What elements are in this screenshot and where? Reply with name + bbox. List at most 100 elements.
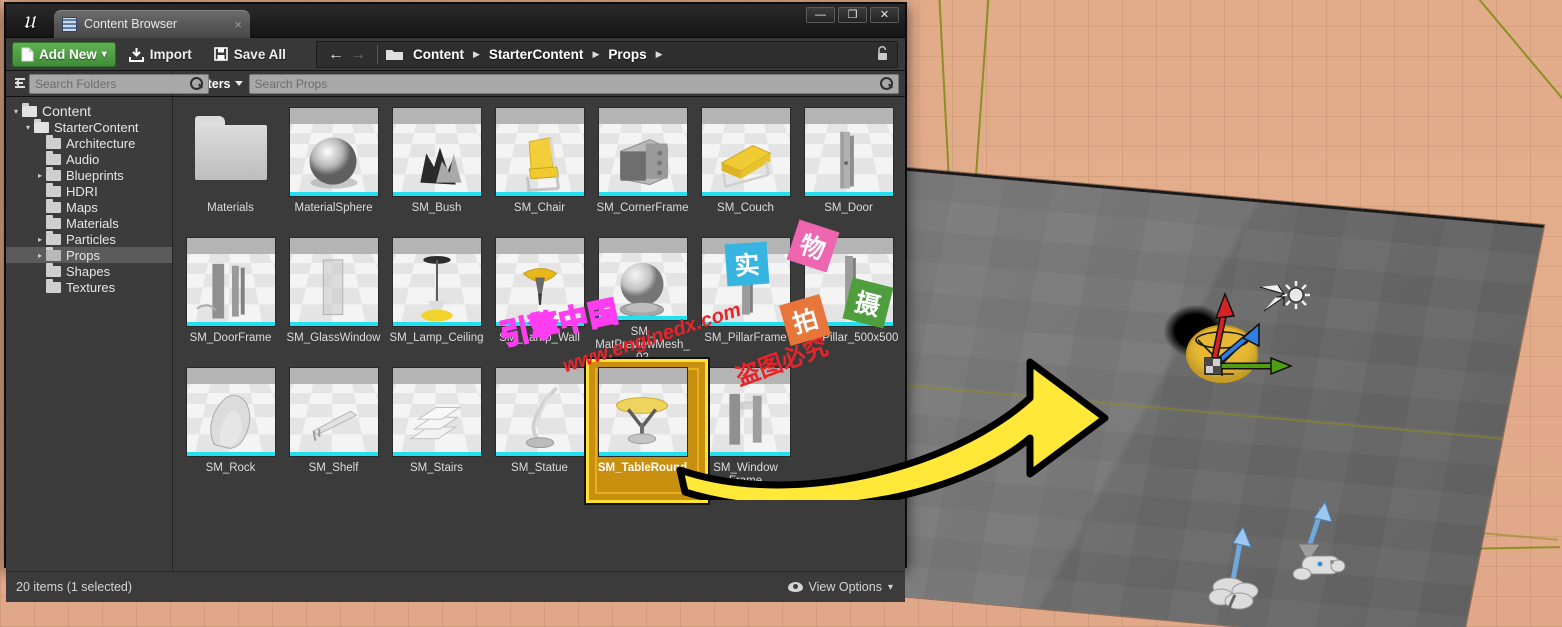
asset-cell[interactable]: SM_Shelf — [282, 365, 385, 495]
asset-thumbnail[interactable] — [185, 237, 276, 327]
asset-thumbnail[interactable] — [803, 107, 894, 197]
tree-twisty-icon[interactable]: ▸ — [34, 235, 46, 244]
asset-cell[interactable]: SM_PillarFrame — [694, 235, 797, 365]
import-button[interactable]: Import — [120, 42, 201, 67]
tree-item-maps[interactable]: Maps — [6, 198, 172, 215]
tree-item-materials[interactable]: Materials — [6, 214, 172, 231]
asset-cell[interactable]: SM_Window Frame — [694, 365, 797, 495]
asset-type-accent-bar — [186, 322, 275, 326]
back-button[interactable]: ← — [325, 46, 347, 63]
atmospheric-fog-icon[interactable] — [1205, 525, 1275, 620]
breadcrumb-item-startercontent[interactable]: StarterContent — [487, 47, 586, 62]
asset-thumbnail[interactable] — [700, 367, 791, 457]
asset-cell-selected[interactable]: SM_TableRound — [586, 359, 708, 503]
tree-twisty-icon[interactable]: ▸ — [34, 251, 46, 260]
asset-thumbnail[interactable] — [186, 107, 276, 197]
asset-thumbnail[interactable] — [391, 237, 482, 327]
tree-item-startercontent[interactable]: ▾ StarterContent — [6, 118, 172, 135]
asset-cell[interactable]: SM_Bush — [385, 105, 488, 235]
tree-item-hdri[interactable]: HDRI — [6, 182, 172, 199]
asset-cell[interactable]: SM_Chair — [488, 105, 591, 235]
folder-tree[interactable]: ▾ Content ▾ StarterContent Architecture … — [6, 97, 173, 571]
save-all-button[interactable]: Save All — [205, 42, 295, 67]
add-new-button[interactable]: Add New ▾ — [12, 41, 116, 67]
close-button[interactable]: ✕ — [870, 7, 899, 23]
folder-icon — [46, 230, 61, 245]
thumbnail-art — [599, 384, 687, 452]
breadcrumb[interactable]: ← → Content ▶ StarterContent ▶ Props ▶ — [316, 41, 898, 68]
asset-thumbnail[interactable] — [185, 367, 276, 457]
tree-item-content[interactable]: ▾ Content — [6, 102, 172, 119]
window-controls[interactable]: — ❐ ✕ — [806, 7, 899, 23]
folder-icon — [46, 166, 61, 181]
tree-item-props[interactable]: ▸ Props — [6, 246, 172, 263]
asset-thumbnail[interactable] — [288, 367, 379, 457]
breadcrumb-item-content[interactable]: Content — [411, 47, 466, 62]
item-count-label: 20 items (1 selected) — [16, 580, 133, 594]
asset-thumbnail[interactable] — [288, 107, 379, 197]
asset-cell[interactable]: SM_GlassWindow — [282, 235, 385, 365]
asset-thumbnail[interactable] — [803, 237, 894, 327]
asset-thumbnail[interactable] — [391, 107, 482, 197]
tree-item-particles[interactable]: ▸ Particles — [6, 230, 172, 247]
tree-item-shapes[interactable]: Shapes — [6, 262, 172, 279]
content-browser-toolbar[interactable]: Add New ▾ Import Save All ← → Content ▶ … — [6, 38, 905, 71]
search-folders-input[interactable] — [35, 76, 190, 91]
light-source-icon[interactable] — [1258, 275, 1316, 322]
asset-cell[interactable]: SM_CornerFrame — [591, 105, 694, 235]
lock-icon[interactable] — [876, 45, 889, 64]
player-start-icon[interactable] — [1272, 500, 1352, 595]
asset-thumbnail[interactable] — [700, 237, 791, 327]
asset-cell[interactable]: SM_Door — [797, 105, 900, 235]
tree-item-architecture[interactable]: Architecture — [6, 134, 172, 151]
asset-thumbnail[interactable] — [494, 367, 585, 457]
collapse-tree-icon[interactable] — [11, 77, 25, 90]
view-options-button[interactable]: View Options ▾ — [787, 580, 893, 594]
add-new-label: Add New — [39, 46, 97, 62]
asset-cell[interactable]: SM_Pillar_500x500 — [797, 235, 900, 365]
search-row[interactable]: Filters — [6, 71, 905, 97]
search-assets-input[interactable] — [254, 76, 880, 91]
asset-thumbnail[interactable] — [700, 107, 791, 197]
asset-thumbnail[interactable] — [597, 367, 688, 457]
asset-cell[interactable]: SM_Couch — [694, 105, 797, 235]
asset-cell[interactable]: SM_Lamp_Wall — [488, 235, 591, 365]
asset-grid-pane[interactable]: Materials MaterialSphere SM_Bush SM_Chair SM… — [173, 97, 905, 571]
tree-twisty-icon[interactable]: ▸ — [34, 171, 46, 180]
tree-item-audio[interactable]: Audio — [6, 150, 172, 167]
tree-item-blueprints[interactable]: ▸ Blueprints — [6, 166, 172, 183]
window-titlebar[interactable]: 𝔲 Content Browser × — ❐ ✕ — [6, 4, 905, 38]
thumbnail-art — [393, 254, 481, 322]
asset-thumbnail[interactable] — [597, 107, 688, 197]
asset-thumbnail[interactable] — [391, 367, 482, 457]
tree-item-textures[interactable]: Textures — [6, 278, 172, 295]
search-assets-box[interactable] — [248, 73, 899, 94]
folder-icon — [46, 246, 61, 261]
asset-cell[interactable]: SM_Rock — [179, 365, 282, 495]
tree-twisty-icon[interactable]: ▾ — [22, 123, 34, 132]
asset-thumbnail[interactable] — [494, 237, 585, 327]
minimize-button[interactable]: — — [806, 7, 835, 23]
asset-cell[interactable]: SM_DoorFrame — [179, 235, 282, 365]
asset-cell[interactable]: MaterialSphere — [282, 105, 385, 235]
asset-type-accent-bar — [289, 452, 378, 456]
content-browser-window[interactable]: 𝔲 Content Browser × — ❐ ✕ Add New ▾ Impo… — [4, 2, 907, 602]
tree-twisty-icon[interactable]: ▾ — [10, 107, 22, 116]
asset-thumbnail[interactable] — [494, 107, 585, 197]
asset-cell[interactable]: SM_MatPreviewMesh_02 — [591, 235, 694, 365]
asset-cell[interactable]: Materials — [179, 105, 282, 235]
asset-thumbnail[interactable] — [597, 237, 688, 321]
asset-grid[interactable]: Materials MaterialSphere SM_Bush SM_Chair SM… — [173, 97, 905, 503]
asset-type-accent-bar — [701, 322, 790, 326]
asset-cell[interactable]: SM_Statue — [488, 365, 591, 495]
search-folders-box[interactable] — [29, 73, 209, 94]
asset-cell[interactable]: SM_Lamp_Ceiling — [385, 235, 488, 365]
thumbnail-art — [290, 254, 378, 322]
asset-cell[interactable]: SM_Stairs — [385, 365, 488, 495]
asset-thumbnail[interactable] — [288, 237, 379, 327]
forward-button[interactable]: → — [347, 46, 369, 63]
tab-close-icon[interactable]: × — [216, 17, 242, 32]
breadcrumb-item-props[interactable]: Props — [606, 47, 648, 62]
tab-content-browser[interactable]: Content Browser × — [54, 10, 250, 38]
maximize-button[interactable]: ❐ — [838, 7, 867, 23]
